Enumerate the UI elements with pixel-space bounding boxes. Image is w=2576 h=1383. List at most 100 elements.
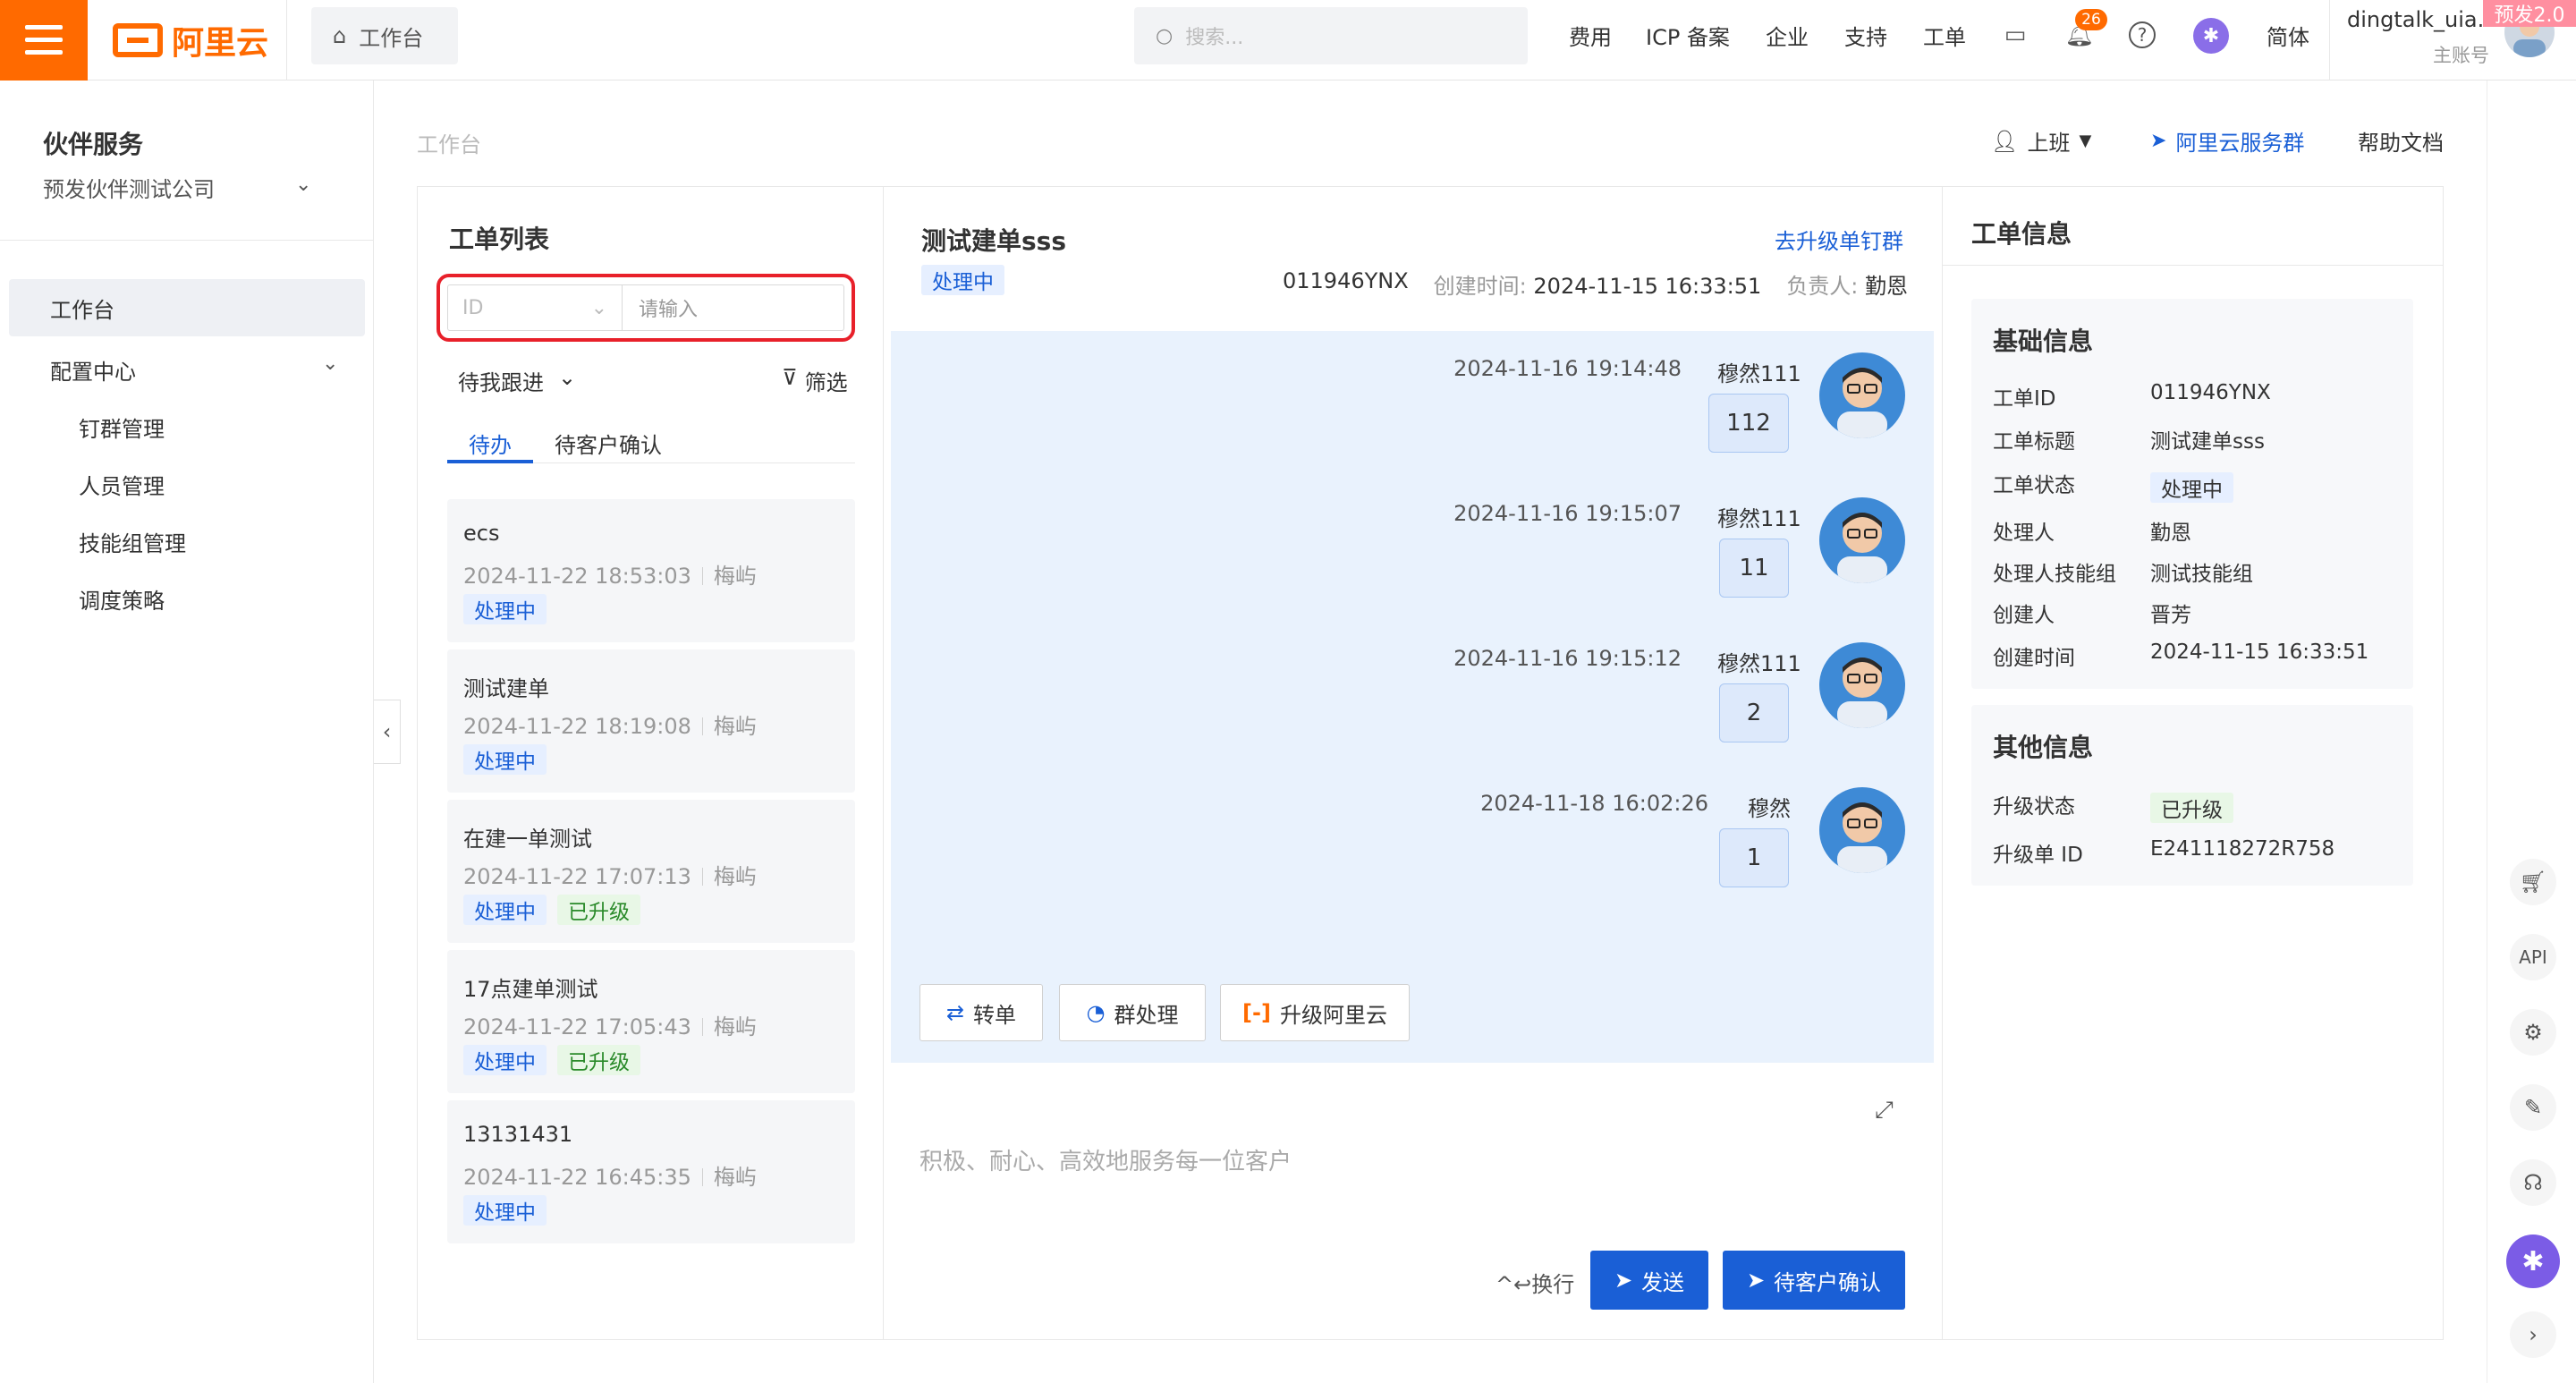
upgraded-badge: 已升级 [557, 1045, 640, 1075]
ticket-owner: 梅屿 [713, 1165, 757, 1190]
nav-link-fees[interactable]: 费用 [1569, 20, 1612, 51]
menu-icon[interactable] [0, 0, 88, 81]
chevron-right-icon[interactable]: › [2510, 1311, 2556, 1358]
ticket-card[interactable]: 13131431 2024-11-22 16:45:35 梅屿 处理中 [447, 1100, 855, 1243]
nav-link-enterprise[interactable]: 企业 [1766, 20, 1809, 51]
sidebar-item-people[interactable]: 人员管理 [79, 469, 165, 500]
ticket-time: 2024-11-22 17:05:43 [463, 1014, 691, 1039]
owner-label: 负责人: [1786, 274, 1859, 299]
search-placeholder: 搜索... [1185, 27, 1244, 49]
transfer-button[interactable]: ⇄ 转单 [919, 984, 1043, 1041]
other-info-card: 其他信息 升级状态 已升级 升级单 ID E241118272R758 [1971, 705, 2413, 886]
caret-down-icon: ▼ [2079, 132, 2092, 150]
aliyun-icon: [-] [1242, 1000, 1271, 1025]
status-badge: 处理中 [463, 744, 547, 775]
sidebar-item-skillgroup[interactable]: 技能组管理 [79, 526, 186, 557]
ticket-meta: 2024-11-22 18:53:03 梅屿 [463, 558, 757, 590]
status-badge: 处理中 [463, 1195, 547, 1226]
info-key: 升级单 ID [1993, 844, 2083, 867]
env-badge: 预发2.0 [2483, 0, 2576, 27]
help-doc-link[interactable]: 帮助文档 [2358, 125, 2444, 157]
cart-icon[interactable]: 🛒︎ [2510, 859, 2556, 905]
info-key: 创建人 [1993, 604, 2055, 627]
filter-button[interactable]: ⊽ 筛选 [782, 365, 848, 396]
upgrade-aliyun-label: 升级阿里云 [1279, 1002, 1387, 1028]
ticket-card[interactable]: 17点建单测试 2024-11-22 17:05:43 梅屿 处理中 已升级 [447, 950, 855, 1093]
upgraded-badge: 已升级 [2150, 793, 2233, 823]
info-row: 创建时间 2024-11-15 16:33:51 [1993, 641, 2368, 671]
api-icon[interactable]: API [2510, 934, 2556, 980]
nav-link-support[interactable]: 支持 [1844, 20, 1887, 51]
divider [1943, 265, 2444, 266]
ticket-card[interactable]: 测试建单 2024-11-22 18:19:08 梅屿 处理中 [447, 649, 855, 793]
info-row: 工单标题 测试建单sss [1993, 424, 2265, 454]
aliyun-logo[interactable]: 阿里云 [113, 16, 268, 64]
sidebar-item-config[interactable]: 配置中心 [50, 354, 136, 386]
message-input[interactable]: 积极、耐心、高效地服务每一位客户 [919, 1143, 1292, 1176]
status-badge: 处理中 [463, 895, 547, 925]
terminal-icon[interactable]: ▭ [2000, 20, 2030, 50]
ticket-owner: 梅屿 [713, 714, 757, 739]
on-duty-dropdown[interactable]: 👤︎ 上班 ▼ [1991, 125, 2091, 157]
message-sender: 穆然 [1748, 796, 1791, 821]
message-time: 2024-11-16 19:14:48 [1453, 356, 1682, 381]
headset-icon[interactable]: ☊ [2510, 1159, 2556, 1206]
home-tab[interactable]: ⌂ 工作台 [311, 7, 458, 64]
status-badge: 处理中 [463, 1045, 547, 1075]
tab-pending-confirm[interactable]: 待客户确认 [555, 428, 662, 459]
sidebar-item-workbench[interactable]: 工作台 [9, 279, 365, 336]
transfer-icon: ⇄ [945, 1000, 965, 1025]
upgraded-badge: 已升级 [557, 895, 640, 925]
service-group-link[interactable]: ➤ 阿里云服务群 [2150, 125, 2304, 157]
info-value: 2024-11-15 16:33:51 [2150, 641, 2369, 664]
tab-todo[interactable]: 待办 [469, 428, 512, 459]
global-search-input[interactable]: ○ 搜索... [1134, 7, 1528, 64]
info-value: 测试技能组 [2150, 563, 2253, 586]
follow-filter-dropdown[interactable]: 待我跟进 ⌄ [458, 365, 576, 396]
org-selector[interactable]: 预发伙伴测试公司 [43, 172, 215, 203]
chevron-down-icon[interactable]: ⌄ [322, 352, 338, 375]
basic-info-heading: 基础信息 [1993, 327, 2094, 356]
send-button[interactable]: ➤ 发送 [1590, 1251, 1708, 1310]
help-icon[interactable]: ? [2129, 21, 2156, 48]
nav-link-icp[interactable]: ICP 备案 [1646, 20, 1730, 51]
ticket-id-input[interactable]: 请输入 [623, 284, 844, 331]
info-key: 升级状态 [1993, 795, 2075, 819]
ticket-meta: 2024-11-22 16:45:35 梅屿 [463, 1159, 757, 1191]
ai-assistant-icon[interactable]: ✱ [2193, 18, 2229, 54]
id-type-select[interactable]: ID ⌄ [447, 284, 623, 331]
edit-icon[interactable]: ✎ [2510, 1084, 2556, 1131]
ai-assistant-icon[interactable]: ✱ [2506, 1235, 2560, 1288]
ticket-card[interactable]: ecs 2024-11-22 18:53:03 梅屿 处理中 [447, 499, 855, 642]
ticket-list-title: 工单列表 [449, 225, 550, 254]
chevron-down-icon: ⌄ [590, 296, 607, 319]
language-switch[interactable]: 简体 [2267, 20, 2309, 51]
ticket-owner: 梅屿 [713, 564, 757, 589]
group-handle-label: 群处理 [1114, 1002, 1179, 1028]
sidebar [0, 81, 374, 1383]
chevron-down-icon[interactable]: ⌄ [295, 174, 311, 196]
pending-confirm-button[interactable]: ➤ 待客户确认 [1723, 1251, 1905, 1310]
ticket-meta: 2024-11-22 18:19:08 梅屿 [463, 708, 757, 740]
info-key: 工单标题 [1993, 430, 2075, 454]
info-row: 工单状态 处理中 [1993, 463, 2233, 503]
group-handle-button[interactable]: ◔ 群处理 [1059, 984, 1206, 1041]
message-sender: 穆然111 [1717, 651, 1801, 676]
expand-icon[interactable]: ⤢ [1875, 1097, 1894, 1124]
settings-icon[interactable]: ⚙ [2510, 1009, 2556, 1056]
service-group-label: 阿里云服务群 [2175, 131, 2305, 156]
nav-link-ticket[interactable]: 工单 [1923, 20, 1966, 51]
upgrade-group-link[interactable]: 去升级单钉群 [1775, 224, 1903, 255]
home-tab-label: 工作台 [359, 25, 424, 51]
sidebar-item-dinggroup[interactable]: 钉群管理 [79, 412, 165, 443]
message-bubble: 11 [1719, 539, 1789, 598]
sidebar-item-dispatch[interactable]: 调度策略 [79, 583, 165, 615]
sidebar-collapse-button[interactable]: ‹ [374, 700, 401, 764]
ticket-time: 2024-11-22 18:19:08 [463, 714, 691, 739]
user-name[interactable]: dingtalk_uia... [2347, 7, 2498, 32]
ticket-card[interactable]: 在建一单测试 2024-11-22 17:07:13 梅屿 处理中 已升级 [447, 800, 855, 943]
created-label: 创建时间: [1433, 274, 1527, 299]
info-row: 升级单 ID E241118272R758 [1993, 837, 2334, 868]
upgrade-aliyun-button[interactable]: [-] 升级阿里云 [1220, 984, 1410, 1041]
info-key: 工单ID [1993, 387, 2056, 411]
